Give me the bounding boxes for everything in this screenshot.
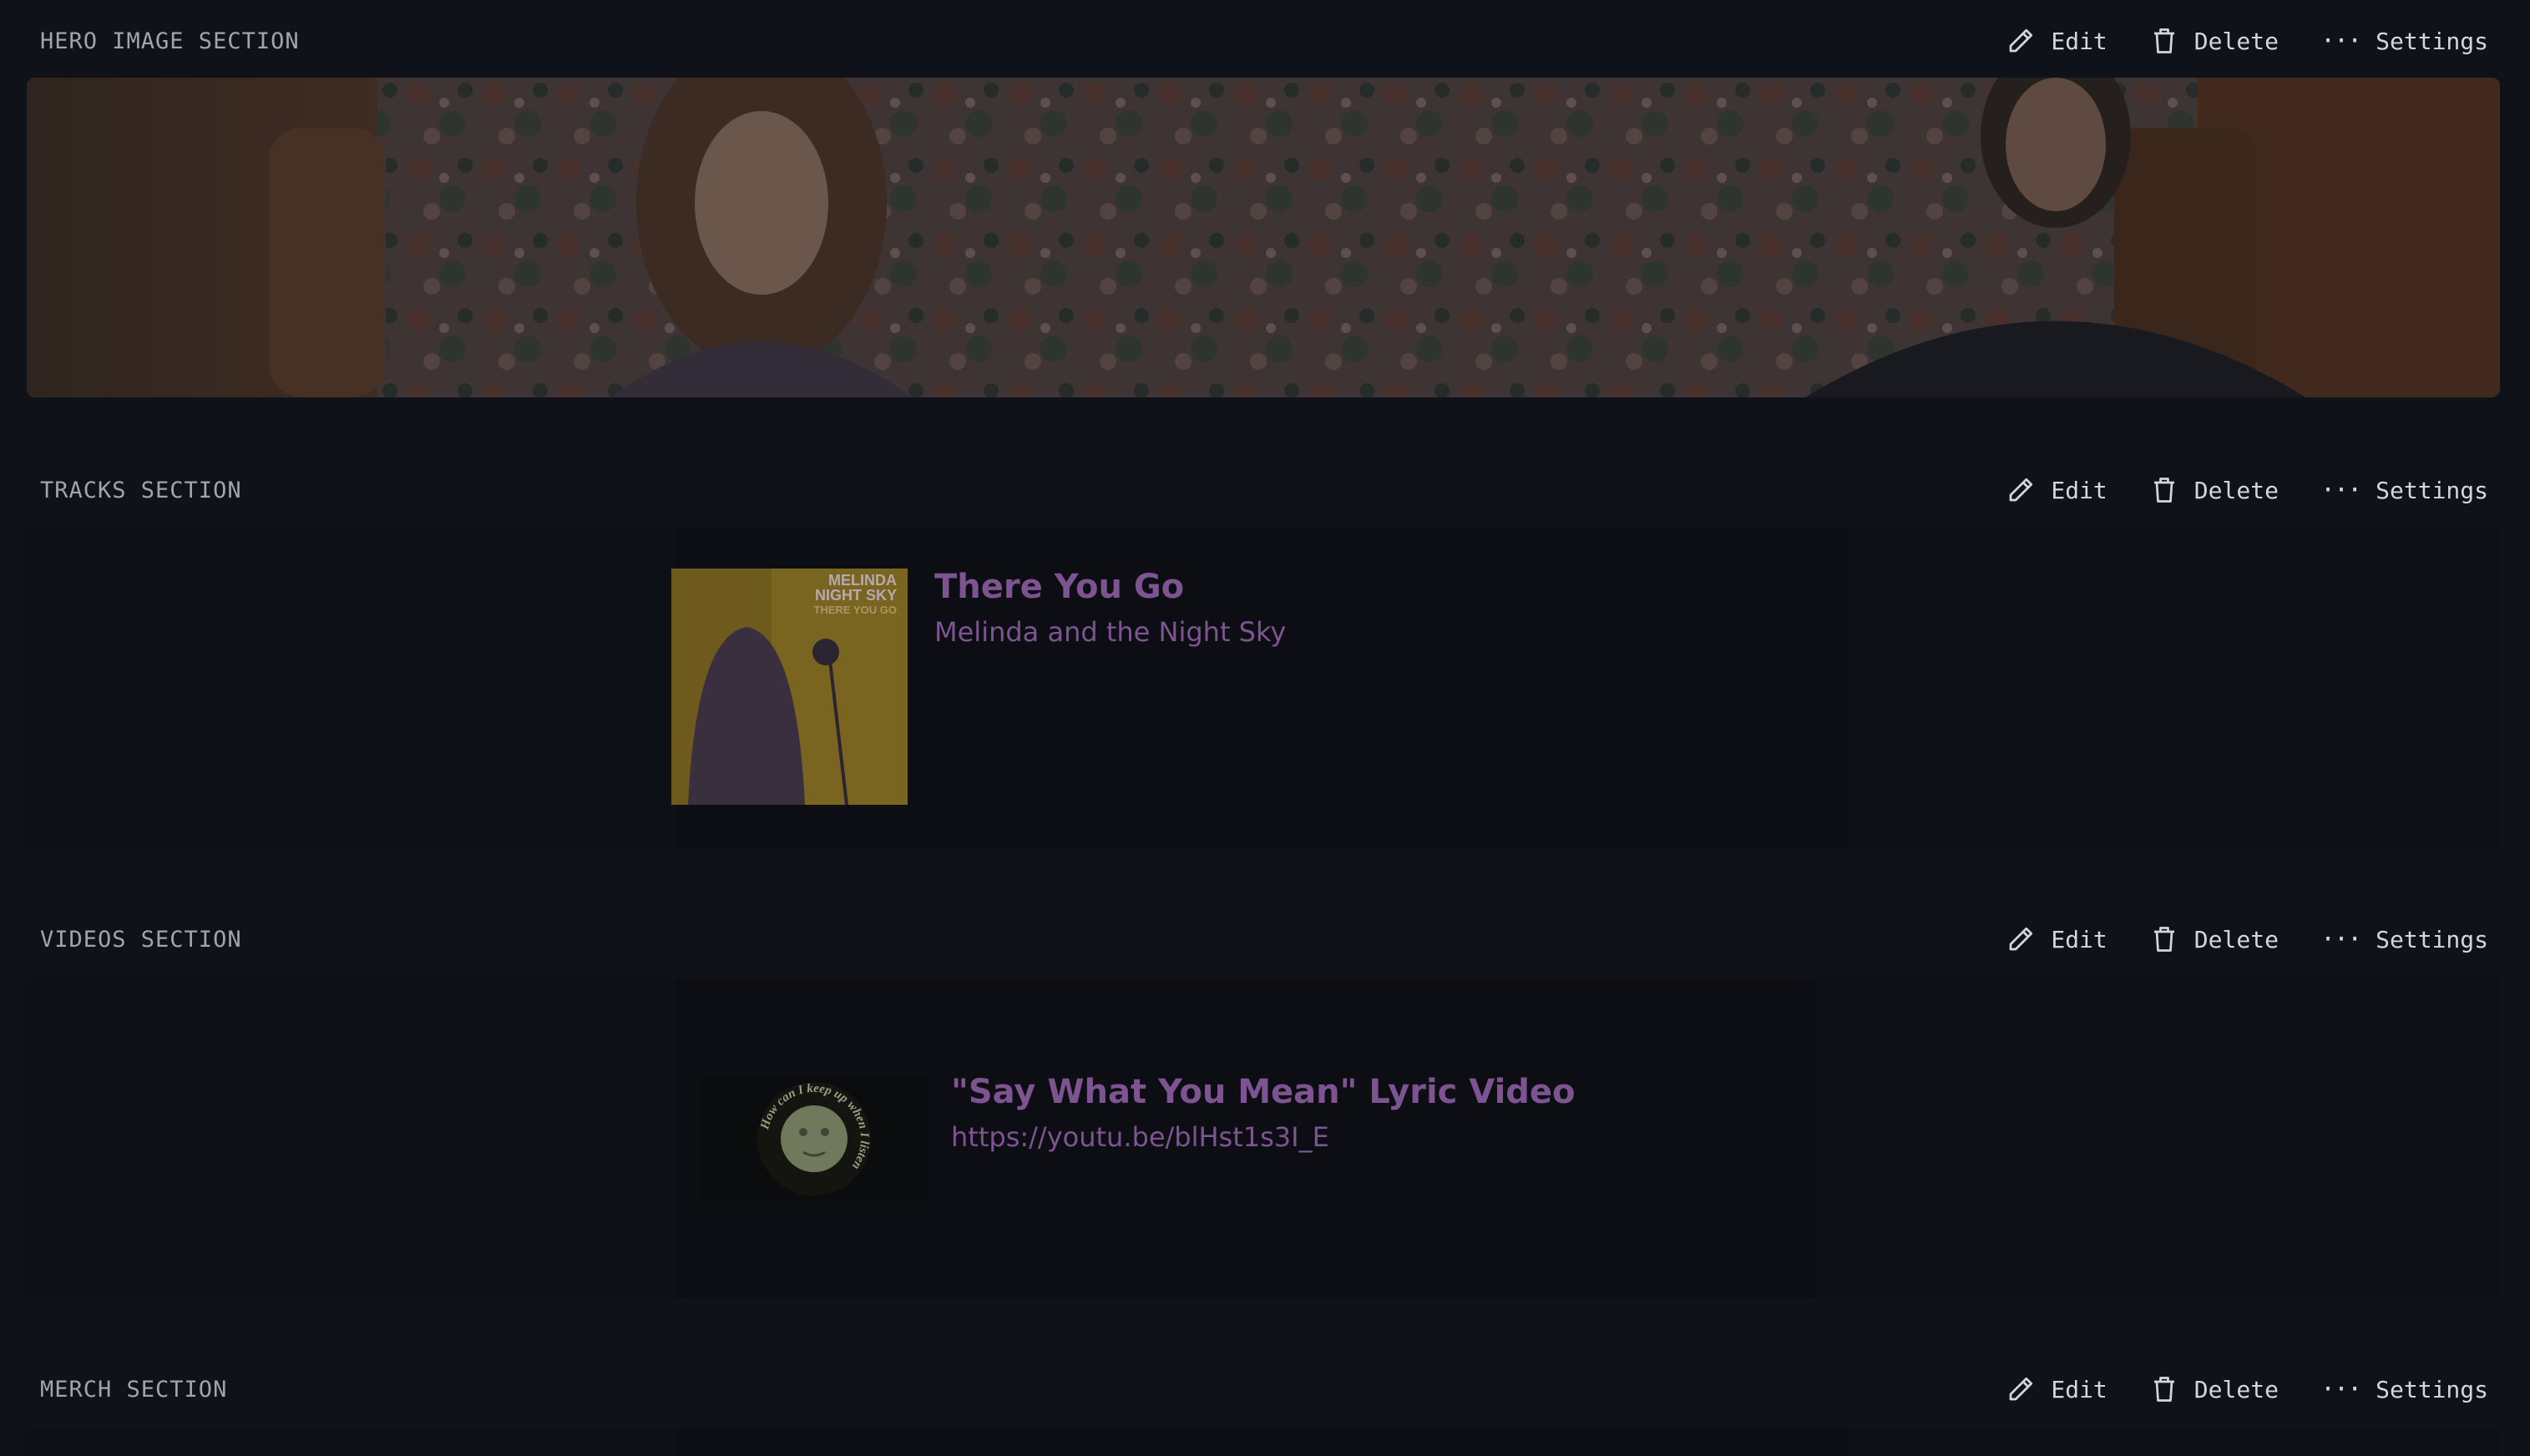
video-title[interactable]: "Say What You Mean" Lyric Video (951, 1073, 1576, 1111)
tracks-section-header: TRACKS SECTION Edit Delete ··· Settings (40, 465, 2488, 515)
settings-label: Settings (2376, 27, 2488, 55)
section-title: TRACKS SECTION (40, 477, 242, 503)
delete-label: Delete (2194, 925, 2279, 953)
edit-button[interactable]: Edit (2006, 924, 2107, 954)
section-actions: Edit Delete ··· Settings (1964, 26, 2488, 56)
section-actions: Edit Delete ··· Settings (1964, 475, 2488, 505)
settings-button[interactable]: ··· Settings (2320, 1375, 2488, 1404)
tracks-panel (25, 528, 2500, 848)
settings-label: Settings (2376, 925, 2488, 953)
trash-icon (2153, 927, 2174, 952)
section-actions: Edit Delete ··· Settings (1964, 1374, 2488, 1404)
track-cover[interactable]: MELINDA NIGHT SKY THERE YOU GO (671, 569, 908, 805)
edit-button[interactable]: Edit (2006, 26, 2107, 56)
settings-button[interactable]: ··· Settings (2320, 27, 2488, 56)
more-icon: ··· (2320, 1374, 2362, 1404)
edit-label: Edit (2051, 27, 2107, 55)
videos-section-header: VIDEOS SECTION Edit Delete ··· Settings (40, 914, 2488, 964)
trash-icon (2153, 1377, 2174, 1402)
pencil-icon (2010, 927, 2033, 951)
trash-icon (2153, 478, 2174, 503)
cover-night-sky-text: NIGHT SKY (815, 587, 897, 604)
hero-section-header: HERO IMAGE SECTION Edit Delete ··· Setti… (40, 16, 2488, 66)
settings-label: Settings (2376, 476, 2488, 504)
section-title: MERCH SECTION (40, 1376, 228, 1403)
settings-button[interactable]: ··· Settings (2320, 476, 2488, 505)
edit-button[interactable]: Edit (2006, 475, 2107, 505)
track-artist: Melinda and the Night Sky (934, 616, 1287, 648)
delete-button[interactable]: Delete (2149, 924, 2279, 954)
settings-label: Settings (2376, 1375, 2488, 1403)
edit-button[interactable]: Edit (2006, 1374, 2107, 1404)
merch-panel (25, 1428, 2500, 1456)
delete-label: Delete (2194, 27, 2279, 55)
moon-artwork: How can I keep up when I listen (701, 1075, 927, 1202)
hero-photo (27, 78, 2500, 397)
delete-label: Delete (2194, 476, 2279, 504)
more-icon: ··· (2320, 475, 2362, 505)
album-art: MELINDA NIGHT SKY THERE YOU GO (671, 569, 908, 805)
section-actions: Edit Delete ··· Settings (1964, 924, 2488, 954)
delete-label: Delete (2194, 1375, 2279, 1403)
video-url[interactable]: https://youtu.be/blHst1s3I_E (951, 1121, 1329, 1153)
pencil-icon (2010, 1377, 2033, 1401)
delete-button[interactable]: Delete (2149, 1374, 2279, 1404)
delete-button[interactable]: Delete (2149, 26, 2279, 56)
edit-label: Edit (2051, 476, 2107, 504)
edit-label: Edit (2051, 925, 2107, 953)
cover-title-text: THERE YOU GO (814, 604, 897, 616)
video-thumbnail[interactable]: How can I keep up when I listen (701, 1075, 927, 1202)
section-title: VIDEOS SECTION (40, 926, 242, 953)
cover-artist-text: MELINDA (828, 572, 897, 589)
merch-section-header: MERCH SECTION Edit Delete ··· Settings (40, 1364, 2488, 1414)
delete-button[interactable]: Delete (2149, 475, 2279, 505)
track-title[interactable]: There You Go (934, 568, 1184, 606)
settings-button[interactable]: ··· Settings (2320, 925, 2488, 954)
more-icon: ··· (2320, 924, 2362, 954)
section-title: HERO IMAGE SECTION (40, 28, 300, 54)
more-icon: ··· (2320, 26, 2362, 56)
edit-label: Edit (2051, 1375, 2107, 1403)
pencil-icon (2010, 28, 2033, 53)
pencil-icon (2010, 478, 2033, 502)
trash-icon (2153, 28, 2174, 53)
hero-image[interactable] (27, 78, 2500, 397)
